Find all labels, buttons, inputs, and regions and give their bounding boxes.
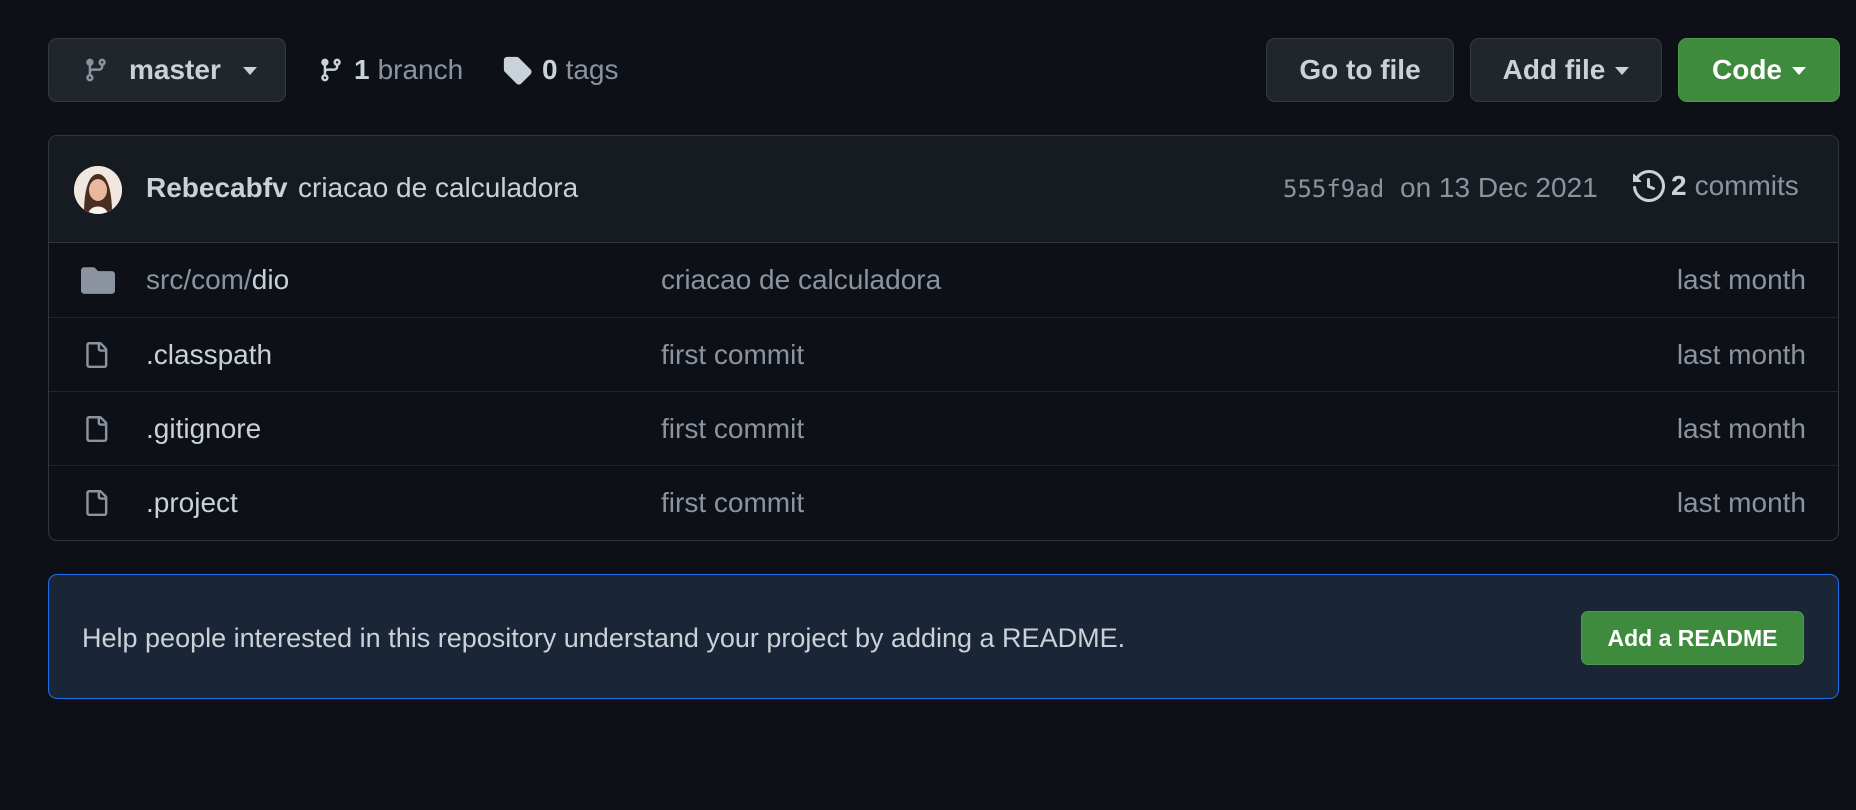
chevron-down-icon bbox=[1792, 67, 1806, 75]
file-name-prefix: src/com/ bbox=[146, 264, 252, 295]
commit-sha[interactable]: 555f9ad bbox=[1283, 175, 1384, 203]
file-commit-message[interactable]: first commit bbox=[661, 413, 804, 445]
commit-author[interactable]: Rebecabfv bbox=[146, 172, 288, 204]
file-icon bbox=[83, 340, 109, 370]
file-name[interactable]: .classpath bbox=[146, 339, 272, 371]
tag-label: tags bbox=[565, 54, 619, 85]
chevron-down-icon bbox=[242, 67, 257, 75]
tag-icon bbox=[502, 55, 532, 85]
file-icon bbox=[83, 414, 109, 444]
file-browser: Rebecabfv criacao de calculadora 555f9ad… bbox=[48, 135, 1839, 541]
history-icon bbox=[1633, 170, 1665, 202]
branch-count: 1 bbox=[354, 54, 370, 85]
add-file-button[interactable]: Add file bbox=[1470, 38, 1662, 102]
commits-label: commits bbox=[1694, 170, 1799, 201]
readme-prompt: Help people interested in this repositor… bbox=[48, 574, 1839, 699]
commits-link[interactable]: 2 commits bbox=[1633, 170, 1799, 202]
file-age: last month bbox=[1676, 339, 1806, 370]
git-branch-icon bbox=[318, 55, 344, 85]
tags-link[interactable]: 0 tags bbox=[502, 52, 619, 88]
git-branch-icon bbox=[83, 55, 109, 85]
table-row[interactable]: .classpath first commit last month bbox=[49, 317, 1838, 391]
folder-icon bbox=[81, 265, 115, 295]
file-name[interactable]: .gitignore bbox=[146, 413, 261, 445]
avatar[interactable] bbox=[74, 166, 122, 214]
file-commit-message[interactable]: first commit bbox=[661, 339, 804, 371]
go-to-file-button[interactable]: Go to file bbox=[1266, 38, 1454, 102]
file-name-leaf: dio bbox=[251, 264, 290, 295]
table-row[interactable]: .gitignore first commit last month bbox=[49, 391, 1838, 465]
latest-commit-bar: Rebecabfv criacao de calculadora 555f9ad… bbox=[49, 136, 1838, 243]
table-row[interactable]: .project first commit last month bbox=[49, 465, 1838, 539]
commit-message[interactable]: criacao de calculadora bbox=[298, 172, 578, 204]
code-label: Code bbox=[1712, 54, 1782, 85]
chevron-down-icon bbox=[1615, 67, 1630, 75]
readme-prompt-message: Help people interested in this repositor… bbox=[82, 623, 1126, 653]
file-icon bbox=[83, 488, 109, 518]
add-readme-button[interactable]: Add a README bbox=[1581, 611, 1804, 665]
file-name[interactable]: src/com/dio bbox=[146, 264, 289, 296]
add-readme-label: Add a README bbox=[1607, 624, 1778, 651]
branch-selector-button[interactable]: master bbox=[48, 38, 286, 102]
commit-date: on 13 Dec 2021 bbox=[1400, 172, 1598, 203]
file-commit-message[interactable]: first commit bbox=[661, 487, 804, 519]
add-file-label: Add file bbox=[1502, 54, 1606, 85]
commits-count: 2 bbox=[1671, 170, 1687, 201]
file-commit-message[interactable]: criacao de calculadora bbox=[661, 264, 941, 296]
go-to-file-label: Go to file bbox=[1299, 54, 1421, 85]
tag-count: 0 bbox=[542, 54, 558, 85]
branch-selector-label: master bbox=[129, 54, 221, 85]
branches-link[interactable]: 1 branch bbox=[318, 52, 463, 88]
file-age: last month bbox=[1676, 413, 1806, 444]
table-row[interactable]: src/com/dio criacao de calculadora last … bbox=[49, 243, 1838, 317]
file-name[interactable]: .project bbox=[146, 487, 238, 519]
branch-label: branch bbox=[377, 54, 464, 85]
file-age: last month bbox=[1676, 487, 1806, 518]
code-button[interactable]: Code bbox=[1678, 38, 1840, 102]
file-age: last month bbox=[1676, 264, 1806, 295]
